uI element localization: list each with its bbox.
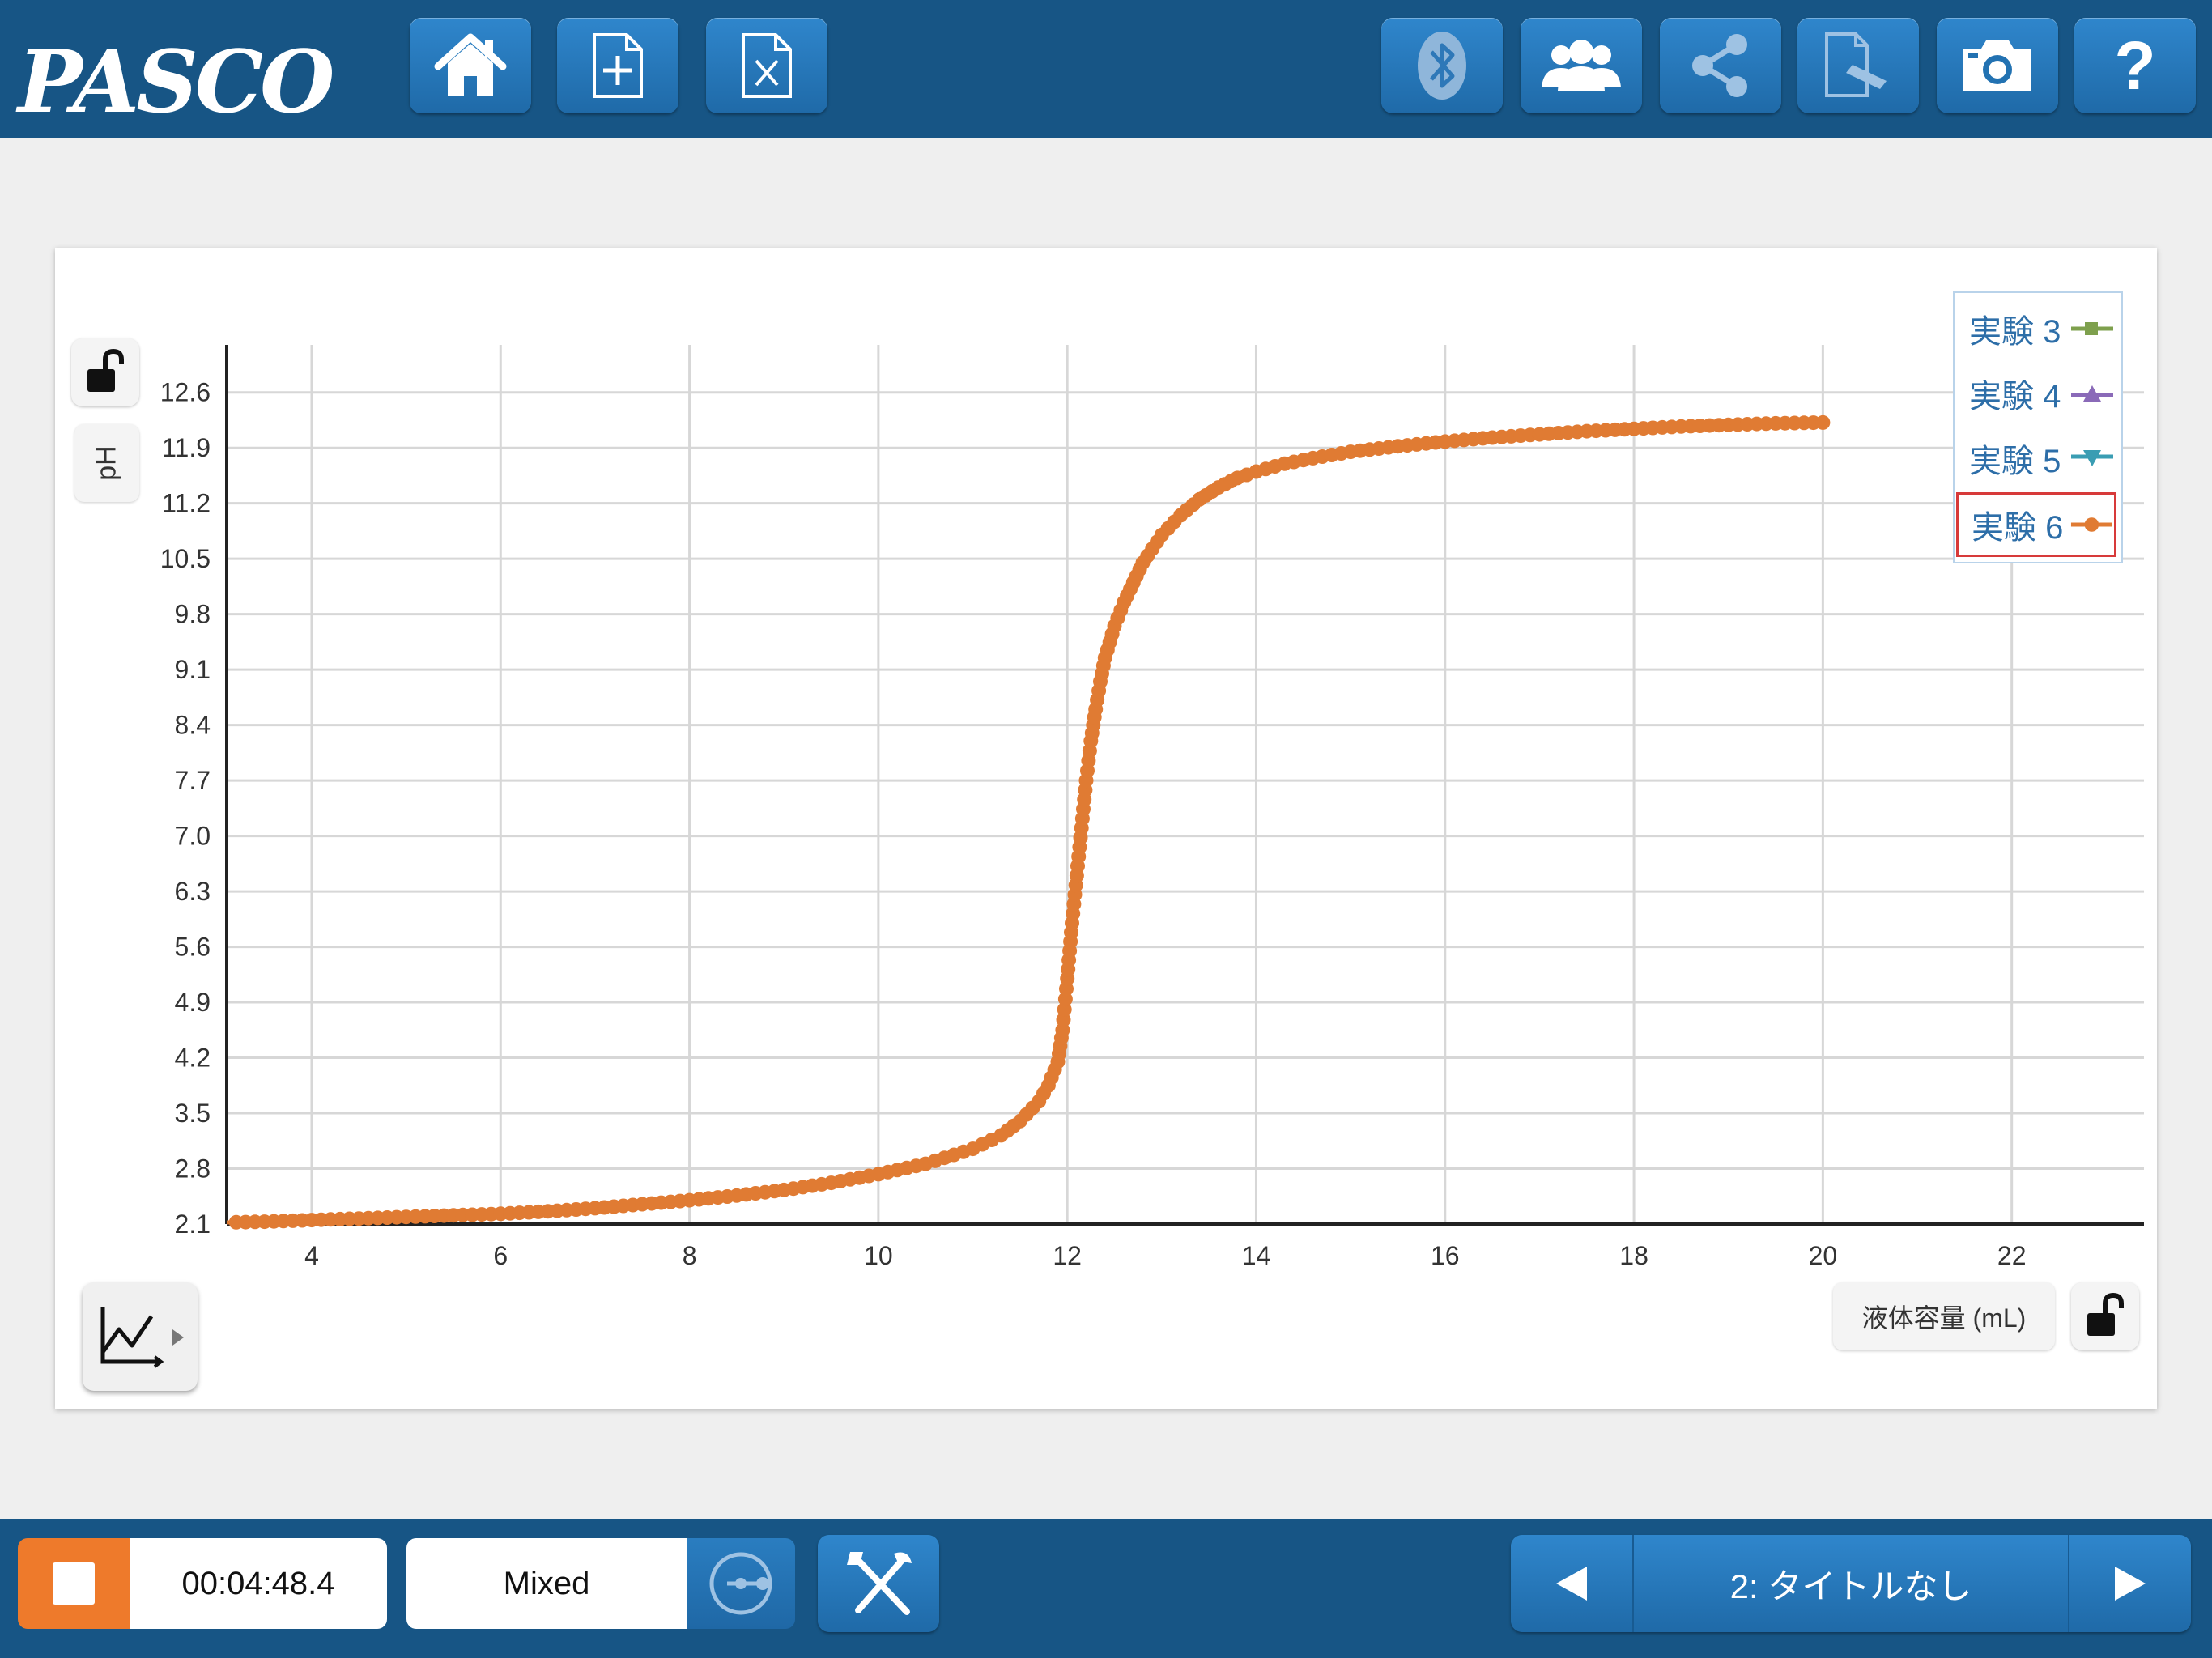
camera-button[interactable] [1937, 18, 2058, 113]
y-tick-label: 12.6 [160, 378, 211, 407]
square-marker-icon [2071, 322, 2113, 335]
triangle-up-marker-icon [2071, 385, 2113, 402]
legend-item-run5[interactable]: 実験 5 [1956, 427, 2116, 489]
x-tick-label: 14 [1242, 1241, 1271, 1270]
previous-page-button[interactable] [1511, 1535, 1634, 1632]
x-tick-label: 4 [304, 1241, 319, 1270]
stop-button[interactable] [18, 1538, 130, 1629]
x-axis-measurement-selector[interactable]: 液体容量 (mL) [1833, 1282, 2055, 1350]
data-point [1815, 414, 1831, 430]
x-axis-label: 液体容量 (mL) [1861, 1303, 2027, 1333]
close-file-button[interactable] [706, 18, 827, 113]
x-tick-label: 20 [1809, 1241, 1838, 1270]
camera-icon [1963, 40, 2031, 91]
unlock-icon [2087, 1292, 2124, 1336]
legend-label: 実験 3 [1969, 314, 2061, 350]
unlock-icon [87, 348, 124, 392]
y-tick-label: 4.9 [175, 988, 211, 1017]
legend-label: 実験 6 [1972, 510, 2064, 546]
ph-volume-chart[interactable]: 4 6 8 10 12 14 16 18 20 22 2.1 2.8 3.5 4.2 4.9 5.6 6.3 7.… [55, 248, 2157, 1409]
help-button[interactable]: ? [2074, 18, 2196, 113]
hardware-setup-button[interactable] [818, 1535, 939, 1632]
graph-tools-button[interactable] [83, 1282, 198, 1391]
stop-icon [53, 1562, 95, 1605]
journal-button[interactable] [1797, 18, 1919, 113]
triangle-down-marker-icon [2071, 450, 2113, 466]
y-tick-label: 7.7 [175, 766, 211, 795]
y-axis-lock-button[interactable] [71, 338, 139, 406]
close-file-icon [742, 33, 792, 98]
home-button[interactable] [410, 18, 531, 113]
legend-item-run3[interactable]: 実験 3 [1956, 298, 2116, 359]
x-tick-label: 16 [1431, 1241, 1460, 1270]
graph-tools-icon [100, 1307, 184, 1368]
new-file-icon [593, 33, 643, 98]
x-tick-label: 18 [1619, 1241, 1648, 1270]
legend-label: 実験 4 [1969, 379, 2061, 414]
graph-display: 4 6 8 10 12 14 16 18 20 22 2.1 2.8 3.5 4.2 4.9 5.6 6.3 7.… [55, 248, 2157, 1409]
share-button[interactable] [1660, 18, 1781, 113]
new-file-button[interactable] [557, 18, 678, 113]
x-tick-label: 12 [1053, 1241, 1082, 1270]
y-tick-label: 6.3 [175, 877, 211, 906]
pasco-logo: PASCO [18, 31, 334, 132]
x-axis-lock-button[interactable] [2071, 1282, 2139, 1350]
timer-dial-icon [709, 1552, 772, 1615]
elapsed-time: 00:04:48.4 [130, 1538, 387, 1629]
page-navigator: 2: タイトルなし [1511, 1535, 2191, 1632]
y-tick-label: 10.5 [160, 544, 211, 573]
top-toolbar: PASCO ? [0, 0, 2212, 138]
y-tick-label: 7.0 [175, 822, 211, 851]
y-tick-label: 11.9 [162, 433, 211, 462]
legend-item-run4[interactable]: 実験 4 [1956, 363, 2116, 424]
y-tick-label: 2.8 [175, 1154, 211, 1184]
x-tick-label: 8 [683, 1241, 697, 1270]
home-icon [434, 33, 507, 96]
sampling-mode-selector[interactable]: Mixed [406, 1538, 687, 1629]
left-arrow-icon [1556, 1567, 1587, 1601]
y-tick-label: 2.1 [175, 1209, 211, 1239]
legend-item-run6[interactable]: 実験 6 [1956, 492, 2116, 557]
share-icon [1692, 34, 1747, 97]
y-tick-label: 9.1 [175, 655, 211, 684]
y-tick-label: 11.2 [162, 489, 211, 518]
y-tick-label: 5.6 [175, 933, 211, 962]
circle-marker-icon [2071, 517, 2113, 532]
series-line [226, 420, 1823, 1225]
group-icon [1542, 40, 1621, 91]
right-arrow-icon [2115, 1567, 2146, 1601]
group-button[interactable] [1521, 18, 1642, 113]
bluetooth-button[interactable] [1381, 18, 1503, 113]
legend-label: 実験 5 [1969, 444, 2061, 479]
next-page-button[interactable] [2068, 1535, 2191, 1632]
y-tick-label: 9.8 [175, 600, 211, 629]
bluetooth-icon [1418, 32, 1466, 100]
y-axis-label: pH [91, 445, 122, 481]
y-tick-label: 8.4 [175, 711, 211, 740]
page-title[interactable]: 2: タイトルなし [1632, 1535, 2069, 1632]
graph-legend[interactable]: 実験 3 実験 4 実験 5 実験 6 [1953, 291, 2123, 563]
journal-icon [1825, 32, 1887, 97]
x-tick-label: 22 [1997, 1241, 2027, 1270]
x-tick-label: 6 [493, 1241, 508, 1270]
sampling-options-button[interactable] [687, 1538, 795, 1629]
bottom-control-bar: 00:04:48.4 Mixed 2: タイトルなし [0, 1519, 2212, 1658]
tools-icon [847, 1552, 912, 1615]
y-tick-label: 4.2 [175, 1044, 211, 1073]
x-tick-label: 10 [864, 1241, 893, 1270]
y-tick-label: 3.5 [175, 1099, 211, 1128]
y-axis-measurement-selector[interactable]: pH [74, 424, 139, 502]
